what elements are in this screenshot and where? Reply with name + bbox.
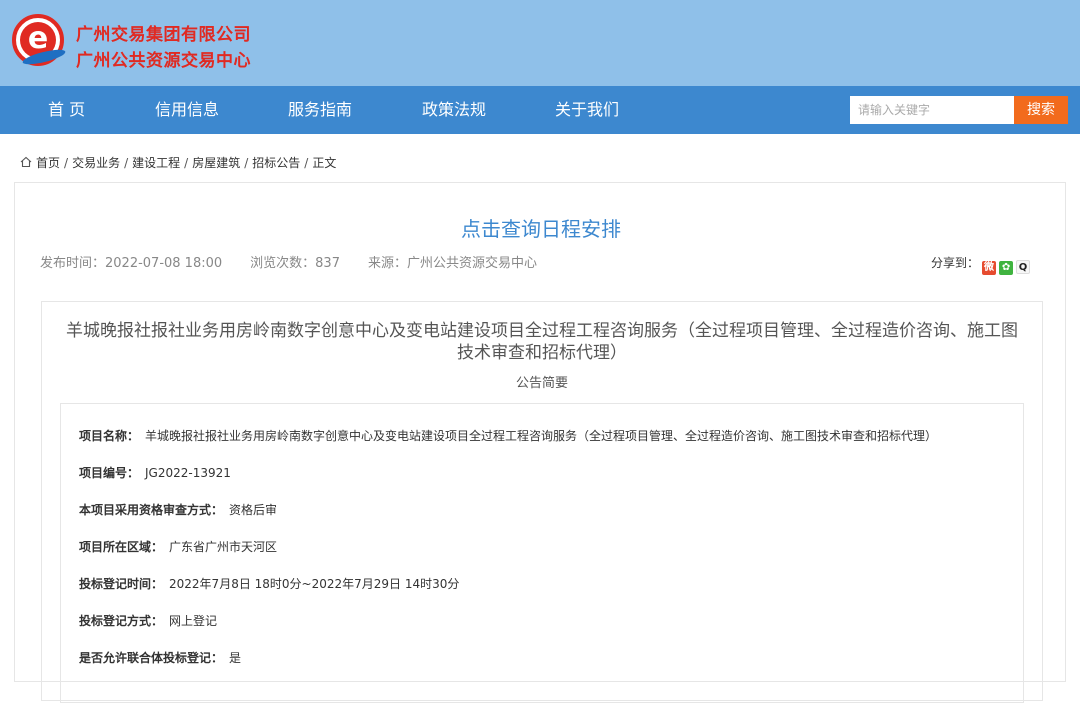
share-bar: 分享到：微 ✿ Q (931, 254, 1031, 275)
detail-label: 是否允许联合体投标登记： (79, 651, 224, 665)
breadcrumb: 首页 / 交易业务 / 建设工程 / 房屋建筑 / 招标公告 / 正文 (20, 154, 336, 174)
detail-value: JG2022-13921 (145, 466, 231, 480)
detail-value: 羊城晚报社报社业务用房岭南数字创意中心及变电站建设项目全过程工程咨询服务（全过程… (145, 429, 938, 443)
notice-title: 羊城晚报社报社业务用房岭南数字创意中心及变电站建设项目全过程工程咨询服务（全过程… (66, 321, 1018, 363)
article-container: 点击查询日程安排 发布时间：2022-07-08 18:00 浏览次数：837 来源… (14, 182, 1067, 703)
breadcrumb-housing[interactable]: 房屋建筑 (192, 154, 240, 171)
main-nav: 首 页 信用信息 服务指南 政策法规 关于我们 搜索 (0, 86, 1080, 134)
brand-name-line1: 广州交易集团有限公司 (76, 25, 251, 45)
nav-item-service-guide[interactable]: 服务指南 (288, 86, 352, 134)
detail-label: 项目编号： (79, 466, 140, 480)
notice-subtitle: 公告简要 (515, 376, 568, 391)
home-icon (20, 156, 32, 168)
nav-item-about[interactable]: 关于我们 (555, 86, 619, 134)
detail-label: 本项目采用资格审查方式： (79, 503, 224, 517)
detail-label: 项目名称： (79, 429, 140, 443)
site-header: e 广州交易集团有限公司 广州公共资源交易中心 (0, 0, 1080, 86)
breadcrumb-separator: / (184, 156, 189, 170)
detail-row-region: 项目所在区域： 广东省广州市天河区 (79, 538, 277, 555)
nav-item-home[interactable]: 首 页 (48, 86, 85, 134)
notice-panel: 羊城晚报社报社业务用房岭南数字创意中心及变电站建设项目全过程工程咨询服务（全过程… (41, 301, 1043, 703)
detail-value: 是 (229, 651, 242, 665)
nav-item-policy[interactable]: 政策法规 (422, 86, 486, 134)
view-count: 浏览次数：837 (250, 256, 340, 271)
detail-value: 资格后审 (229, 503, 278, 517)
detail-row-project-number: 项目编号： JG2022-13921 (79, 464, 231, 481)
publish-time: 发布时间：2022-07-08 18:00 (40, 256, 223, 271)
detail-value: 广东省广州市天河区 (169, 540, 278, 554)
article-source: 来源：广州公共资源交易中心 (367, 256, 537, 271)
detail-row-consortium: 是否允许联合体投标登记： 是 (79, 649, 241, 666)
breadcrumb-trading[interactable]: 交易业务 (72, 154, 120, 171)
breadcrumb-tender-notice[interactable]: 招标公告 (252, 154, 300, 171)
detail-row-registration-time: 投标登记时间： 2022年7月8日 18时0分~2022年7月29日 14时30分 (79, 575, 459, 592)
detail-value: 2022年7月8日 18时0分~2022年7月29日 14时30分 (169, 577, 460, 591)
detail-value: 网上登记 (169, 614, 218, 628)
detail-row-registration-method: 投标登记方式： 网上登记 (79, 612, 217, 629)
article-meta: 发布时间：2022-07-08 18:00 浏览次数：837 来源：广州公共资源交易… (40, 252, 565, 271)
detail-row-qualification-review: 本项目采用资格审查方式： 资格后审 (79, 501, 277, 518)
share-label: 分享到： (931, 256, 980, 270)
qq-icon[interactable]: Q (1016, 260, 1031, 274)
site-logo[interactable]: e (12, 14, 67, 68)
breadcrumb-home[interactable]: 首页 (36, 154, 60, 171)
search-input[interactable] (850, 96, 1014, 124)
notice-details: 项目名称： 羊城晚报社报社业务用房岭南数字创意中心及变电站建设项目全过程工程咨询服… (60, 403, 1024, 703)
breadcrumb-construction[interactable]: 建设工程 (132, 154, 180, 171)
detail-label: 投标登记时间： (79, 577, 164, 591)
breadcrumb-current: 正文 (312, 156, 337, 170)
breadcrumb-separator: / (244, 156, 249, 170)
breadcrumb-separator: / (124, 156, 129, 170)
weibo-icon[interactable]: 微 (982, 261, 997, 275)
detail-row-project-name: 项目名称： 羊城晚报社报社业务用房岭南数字创意中心及变电站建设项目全过程工程咨询服… (79, 427, 937, 444)
detail-label: 投标登记方式： (79, 614, 164, 628)
search-button[interactable]: 搜索 (1014, 96, 1068, 124)
schedule-link[interactable]: 点击查询日程安排 (15, 213, 1067, 242)
detail-label: 项目所在区域： (79, 540, 164, 554)
breadcrumb-separator: / (64, 156, 69, 170)
brand-name-line2: 广州公共资源交易中心 (76, 51, 251, 71)
breadcrumb-separator: / (304, 156, 309, 170)
nav-item-credit[interactable]: 信用信息 (155, 86, 219, 134)
wechat-icon[interactable]: ✿ (999, 261, 1014, 275)
